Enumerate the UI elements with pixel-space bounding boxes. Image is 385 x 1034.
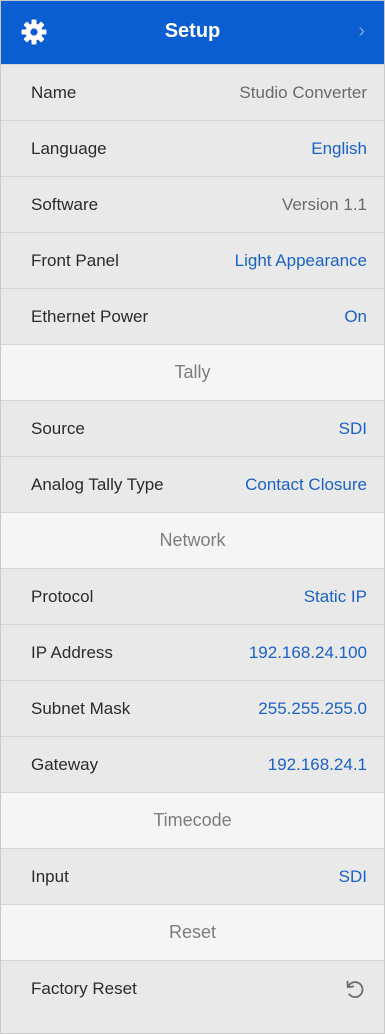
page-title: Setup	[164, 20, 221, 42]
row-value[interactable]: English	[311, 139, 367, 159]
section-header-network: Network	[1, 512, 384, 568]
row-label: Protocol	[31, 586, 94, 606]
section-header-reset: Reset	[1, 904, 384, 960]
row-gateway[interactable]: Gateway 192.168.24.1	[1, 736, 384, 792]
row-value[interactable]: SDI	[339, 419, 367, 439]
section-header-timecode: Timecode	[1, 792, 384, 848]
row-value: Version 1.1	[281, 194, 367, 214]
row-value[interactable]: Contact Closure	[245, 475, 367, 495]
row-label: Subnet Mask	[31, 698, 131, 718]
setup-header[interactable]: Setup ›	[1, 1, 384, 64]
row-subnet-mask[interactable]: Subnet Mask 255.255.255.0	[1, 680, 384, 736]
row-value[interactable]: 192.168.24.100	[249, 643, 367, 663]
row-timecode-input[interactable]: Input SDI	[1, 848, 384, 904]
row-value[interactable]: Studio Converter	[239, 83, 367, 103]
section-header-tally: Tally	[1, 344, 384, 400]
row-label: Source	[31, 418, 85, 438]
row-label: Input	[31, 866, 69, 886]
row-value[interactable]: 255.255.255.0	[258, 699, 367, 719]
row-name[interactable]: Name Studio Converter	[1, 64, 384, 120]
row-label: Gateway	[31, 754, 99, 774]
row-label: IP Address	[31, 642, 113, 662]
setup-panel: Setup › Name Studio Converter Language E…	[0, 0, 385, 1034]
row-ethernet-power[interactable]: Ethernet Power On	[1, 288, 384, 344]
row-label: Front Panel	[31, 250, 119, 270]
chevron-right-icon[interactable]: ›	[358, 20, 365, 43]
row-label: Analog Tally Type	[31, 474, 164, 494]
row-label: Name	[31, 82, 77, 102]
row-software: Software Version 1.1	[1, 176, 384, 232]
row-language[interactable]: Language English	[1, 120, 384, 176]
row-protocol[interactable]: Protocol Static IP	[1, 568, 384, 624]
row-value[interactable]: Static IP	[304, 587, 367, 607]
reset-icon[interactable]	[343, 977, 367, 1001]
row-label: Factory Reset	[31, 978, 137, 998]
row-ip-address[interactable]: IP Address 192.168.24.100	[1, 624, 384, 680]
row-value[interactable]: Light Appearance	[235, 251, 367, 271]
row-tally-source[interactable]: Source SDI	[1, 400, 384, 456]
row-value[interactable]: 192.168.24.1	[268, 755, 367, 775]
row-front-panel[interactable]: Front Panel Light Appearance	[1, 232, 384, 288]
row-analog-tally-type[interactable]: Analog Tally Type Contact Closure	[1, 456, 384, 512]
row-value[interactable]: On	[344, 307, 367, 327]
row-label: Language	[31, 138, 107, 158]
row-value[interactable]: SDI	[339, 867, 367, 887]
row-label: Ethernet Power	[31, 306, 149, 326]
row-label: Software	[31, 194, 99, 214]
row-factory-reset[interactable]: Factory Reset	[1, 960, 384, 1016]
